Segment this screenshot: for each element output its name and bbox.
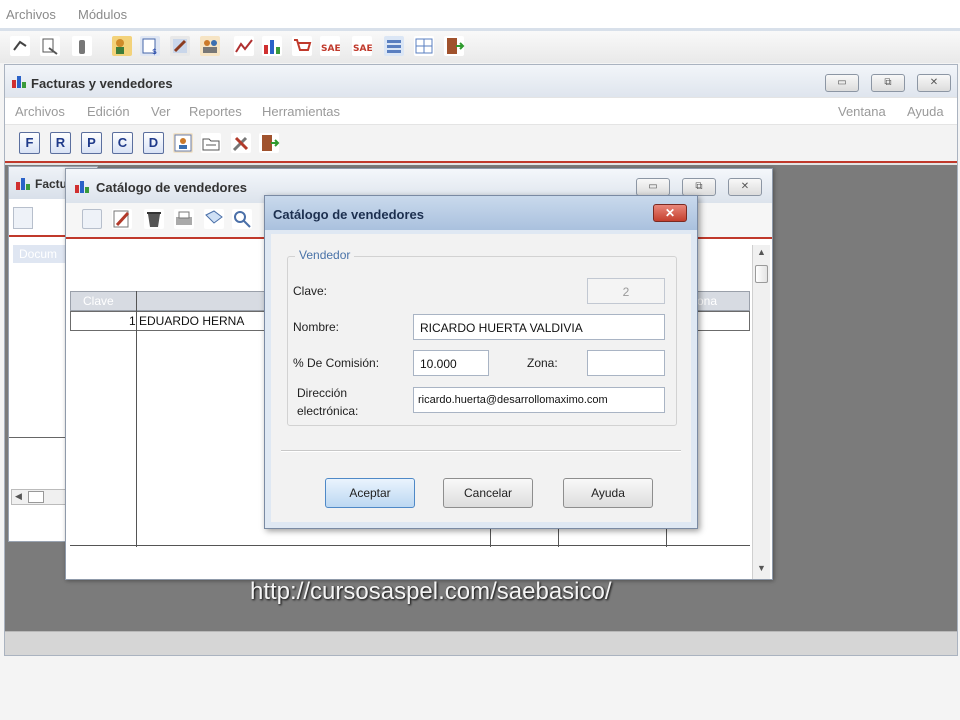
vendor-dialog: Catálogo de vendedores ✕ Vendedor Clave:… bbox=[264, 195, 698, 529]
devoluciones-button[interactable]: D bbox=[143, 132, 164, 154]
catalog-chart-icon bbox=[75, 181, 89, 193]
window-chart-icon bbox=[16, 178, 30, 190]
dialog-titlebar: Catálogo de vendedores ✕ bbox=[265, 196, 697, 230]
catalog-icon[interactable]: $ bbox=[140, 36, 160, 56]
tools-icon[interactable] bbox=[231, 133, 251, 153]
menu-ayuda[interactable]: Ayuda bbox=[907, 104, 944, 119]
vertical-scroll-thumb[interactable] bbox=[755, 265, 768, 283]
dialog-title: Catálogo de vendedores bbox=[273, 207, 424, 222]
svg-text:SAE: SAE bbox=[353, 44, 372, 54]
print-icon[interactable] bbox=[174, 209, 194, 229]
facturas-button[interactable]: F bbox=[19, 132, 40, 154]
zona-field[interactable] bbox=[587, 350, 665, 376]
connect-icon[interactable] bbox=[10, 36, 30, 56]
menu-archivos-2[interactable]: Archivos bbox=[15, 104, 65, 119]
edit-record-icon[interactable] bbox=[112, 209, 132, 229]
clave-field[interactable]: 2 bbox=[587, 278, 665, 304]
svg-text:$: $ bbox=[152, 47, 157, 56]
restore-button[interactable]: ⧉ bbox=[871, 74, 905, 92]
menu-reportes[interactable]: Reportes bbox=[189, 104, 242, 119]
scroll-left-icon[interactable]: ◀ bbox=[15, 491, 22, 502]
app-toolbar: $ SAE SAE bbox=[0, 31, 960, 63]
minimize-button[interactable]: ▭ bbox=[825, 74, 859, 92]
folder-list-icon[interactable] bbox=[201, 133, 221, 153]
bar-chart-icon[interactable] bbox=[262, 36, 282, 56]
menu-ver[interactable]: Ver bbox=[151, 104, 171, 119]
sellers-icon[interactable] bbox=[112, 36, 132, 56]
catalog-close-button[interactable]: ✕ bbox=[728, 178, 762, 196]
new-document-icon[interactable] bbox=[13, 207, 33, 229]
url-watermark: http://cursosaspel.com/saebasico/ bbox=[250, 578, 612, 605]
catalog-minimize-button[interactable]: ▭ bbox=[636, 178, 670, 196]
status-bar bbox=[5, 631, 957, 655]
nombre-label: Nombre: bbox=[293, 320, 340, 334]
catalog-title: Catálogo de vendedores bbox=[96, 180, 247, 195]
menu-edicion[interactable]: Edición bbox=[87, 104, 130, 119]
exit-icon[interactable] bbox=[444, 36, 465, 56]
tool-icon[interactable] bbox=[72, 36, 92, 56]
close-button[interactable]: ✕ bbox=[917, 74, 951, 92]
pedidos-button[interactable]: P bbox=[81, 132, 102, 154]
report-icon[interactable] bbox=[40, 36, 60, 56]
grid-bottom-line bbox=[70, 545, 750, 546]
clave-label: Clave: bbox=[293, 284, 328, 298]
vendedor-group-label: Vendedor bbox=[295, 248, 355, 262]
comision-label: % De Comisión: bbox=[293, 356, 380, 370]
edit-icon[interactable] bbox=[170, 36, 190, 56]
search-icon[interactable] bbox=[232, 209, 252, 229]
facturas-menu-bar: Archivos Edición Ver Reportes Herramient… bbox=[5, 98, 957, 124]
facturas-titlebar: Facturas y vendedores ▭ ⧉ ✕ bbox=[5, 65, 957, 97]
documents-title: Factu bbox=[35, 177, 68, 191]
facturas-title: Facturas y vendedores bbox=[31, 76, 173, 91]
dialog-body: Vendedor Clave: 2 Nombre: RICARDO HUERTA… bbox=[271, 234, 691, 522]
email-label-line1: Dirección bbox=[297, 386, 348, 400]
accept-button[interactable]: Aceptar bbox=[325, 478, 415, 508]
comision-field[interactable]: 10.000 bbox=[413, 350, 489, 376]
grid-icon[interactable] bbox=[414, 36, 434, 56]
exit-door-icon[interactable] bbox=[259, 133, 280, 153]
grid-header-zona[interactable]: ona bbox=[697, 294, 717, 308]
list-icon[interactable] bbox=[384, 36, 404, 56]
dialog-separator bbox=[281, 450, 681, 452]
catalog-restore-button[interactable]: ⧉ bbox=[682, 178, 716, 196]
menu-ventana[interactable]: Ventana bbox=[838, 104, 886, 119]
users-icon[interactable] bbox=[200, 36, 220, 56]
email-field[interactable]: ricardo.huerta@desarrollomaximo.com bbox=[413, 387, 665, 413]
horizontal-scrollbar[interactable]: ◀ bbox=[11, 489, 71, 505]
grid-header-clave[interactable]: Clave bbox=[83, 294, 114, 308]
zona-label: Zona: bbox=[527, 356, 558, 370]
delete-record-icon[interactable] bbox=[144, 209, 164, 229]
facturas-toolbar: F R P C D bbox=[5, 125, 957, 163]
filter-icon[interactable] bbox=[204, 209, 224, 229]
scroll-thumb[interactable] bbox=[28, 491, 44, 503]
new-record-icon[interactable] bbox=[82, 209, 102, 229]
nombre-field[interactable]: RICARDO HUERTA VALDIVIA bbox=[413, 314, 665, 340]
email-label-line2: electrónica: bbox=[297, 404, 359, 418]
row-nombre: EDUARDO HERNA bbox=[139, 314, 245, 328]
menu-herramientas[interactable]: Herramientas bbox=[262, 104, 340, 119]
help-button[interactable]: Ayuda bbox=[563, 478, 653, 508]
row-clave: 1 bbox=[129, 314, 136, 328]
cotizaciones-button[interactable]: C bbox=[112, 132, 133, 154]
remisiones-button[interactable]: R bbox=[50, 132, 71, 154]
sae-alt-icon[interactable]: SAE bbox=[352, 36, 373, 56]
sae-icon[interactable]: SAE bbox=[320, 36, 341, 56]
menu-modulos[interactable]: Módulos bbox=[78, 7, 127, 22]
cart-icon[interactable] bbox=[292, 36, 312, 56]
scroll-up-icon[interactable]: ▲ bbox=[757, 247, 766, 257]
cancel-button[interactable]: Cancelar bbox=[443, 478, 533, 508]
app-menu-bar: Archivos Módulos bbox=[0, 0, 960, 28]
stats-icon[interactable] bbox=[234, 36, 254, 56]
grid-column-divider bbox=[136, 291, 137, 547]
vertical-scrollbar[interactable]: ▲ ▼ bbox=[752, 245, 770, 579]
app-chart-icon bbox=[12, 76, 26, 88]
svg-text:SAE: SAE bbox=[321, 44, 340, 54]
menu-archivos[interactable]: Archivos bbox=[6, 7, 56, 22]
vendor-card-icon[interactable] bbox=[173, 133, 193, 153]
dialog-close-button[interactable]: ✕ bbox=[653, 204, 687, 222]
scroll-down-icon[interactable]: ▼ bbox=[757, 563, 766, 573]
